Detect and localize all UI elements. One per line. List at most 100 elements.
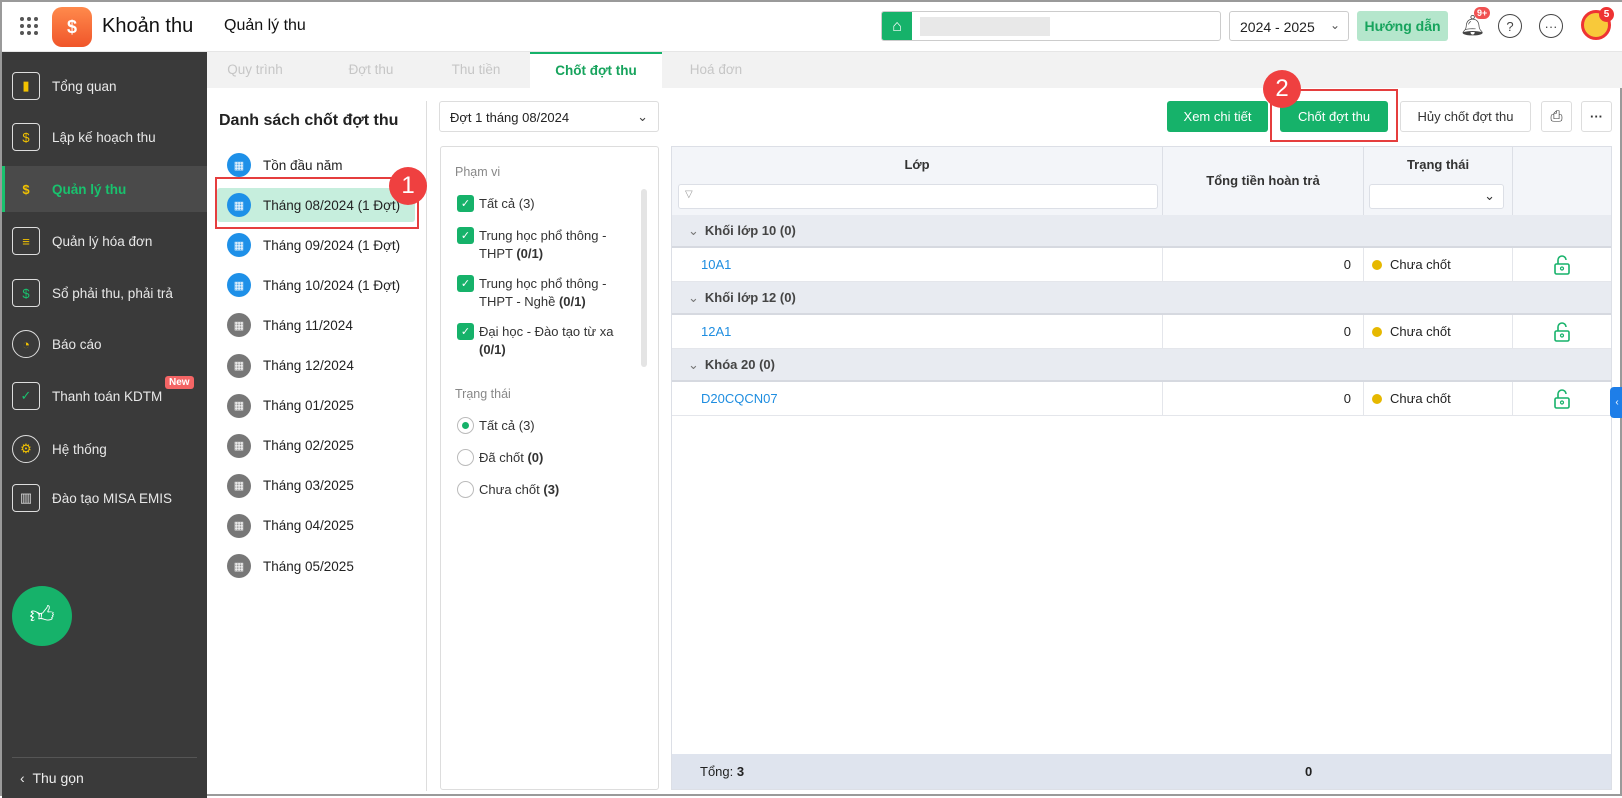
total-count: 3: [736, 764, 745, 779]
school-search-input[interactable]: ⌂: [881, 11, 1221, 41]
radio-icon: [457, 417, 474, 434]
feedback-like-button[interactable]: 👍︎: [12, 586, 72, 646]
calendar-icon: ▦: [227, 473, 251, 498]
app-title: Khoản thu: [102, 15, 194, 37]
year-select[interactable]: 2024 - 2025 ⌄: [1229, 11, 1349, 41]
sidebar-item-report[interactable]: ◔ Báo cáo: [2, 321, 207, 367]
total-amount: 0: [1305, 764, 1313, 779]
radio-icon: [457, 481, 474, 498]
period-label: Tháng 12/2024: [263, 358, 354, 373]
scope-checkbox-thpt-nghe[interactable]: ✓ Trung học phổ thông - THPT - Nghề (0/1): [457, 275, 627, 311]
period-list-item[interactable]: ▦ Tháng 12/2024: [217, 349, 415, 383]
period-list-item[interactable]: ▦ Tháng 04/2025: [217, 509, 415, 543]
period-value: Đợt 1 tháng 08/2024: [450, 110, 570, 125]
tab-process[interactable]: Quy trình: [207, 52, 303, 88]
sidebar-item-ledger[interactable]: $ Sổ phải thu, phải trả: [2, 270, 207, 316]
option-count: (3): [543, 482, 560, 497]
side-panel-toggle[interactable]: ‹: [1610, 387, 1622, 418]
calendar-icon: ▦: [227, 393, 251, 418]
collapse-label: Thu gọn: [32, 770, 84, 786]
sidebar-label: Sổ phải thu, phải trả: [52, 285, 173, 301]
group-row[interactable]: ⌄ Khối lớp 12 (0): [672, 282, 1611, 315]
chevron-down-icon: ⌄: [688, 289, 699, 305]
close-period-table: Lớp ▽ Tổng tiền hoàn trả Trạng thái ⌄ ⌄ K…: [671, 146, 1612, 790]
calendar-money-icon: $: [12, 123, 40, 151]
period-label: Tháng 03/2025: [263, 478, 354, 494]
sidebar-label: Quản lý hóa đơn: [52, 233, 153, 249]
unlock-icon[interactable]: [1554, 254, 1570, 275]
unlock-icon[interactable]: [1554, 388, 1570, 409]
calendar-icon: ▦: [227, 433, 251, 458]
period-select[interactable]: Đợt 1 tháng 08/2024 ⌄: [439, 101, 659, 132]
tab-invoice[interactable]: Hoá đơn: [669, 52, 763, 88]
status-radio-closed[interactable]: Đã chốt (0): [457, 449, 543, 467]
sidebar-item-overview[interactable]: ▮ Tổng quan: [2, 63, 207, 109]
cancel-close-button[interactable]: Hủy chốt đợt thu: [1400, 101, 1531, 132]
period-list-item[interactable]: ▦ Tháng 11/2024: [217, 308, 415, 342]
tab-close-period[interactable]: Chốt đợt thu: [530, 52, 662, 88]
scrollbar[interactable]: [641, 189, 647, 367]
more-apps-icon[interactable]: ···: [1539, 14, 1563, 38]
table-row: 10A1 0 Chưa chốt: [672, 248, 1611, 282]
help-icon[interactable]: ?: [1498, 14, 1522, 38]
period-list-item[interactable]: ▦ Tháng 02/2025: [217, 429, 415, 463]
money-hand-icon: $: [22, 181, 30, 197]
class-filter-input[interactable]: ▽: [678, 184, 1158, 209]
group-row[interactable]: ⌄ Khối lớp 10 (0): [672, 215, 1611, 248]
list-title: Danh sách chốt đợt thu: [219, 112, 399, 129]
period-list-item[interactable]: ▦ Tháng 09/2024 (1 Đợt): [217, 228, 415, 262]
option-count: (0): [527, 450, 544, 465]
scope-checkbox-dh[interactable]: ✓ Đại học - Đào tạo từ xa (0/1): [457, 323, 627, 359]
period-label: Tháng 10/2024 (1 Đợt): [263, 277, 401, 293]
sidebar-item-training[interactable]: ▥ Đào tạo MISA EMIS: [2, 475, 207, 521]
guide-button[interactable]: Hướng dẫn: [1357, 11, 1448, 41]
column-header-amount: Tổng tiền hoàn trả: [1163, 147, 1364, 215]
group-row[interactable]: ⌄ Khóa 20 (0): [672, 349, 1611, 382]
option-count: (0/1): [516, 246, 544, 261]
sidebar-item-payment[interactable]: ✓ Thanh toán KDTM New: [2, 373, 207, 419]
period-list-item[interactable]: ▦ Tháng 01/2025: [217, 389, 415, 423]
collapse-sidebar-button[interactable]: ‹ Thu gọn: [20, 770, 84, 786]
tab-periods[interactable]: Đợt thu: [325, 52, 417, 88]
sidebar-item-system[interactable]: ⚙ Hệ thống: [2, 426, 207, 472]
tab-collect[interactable]: Thu tiền: [429, 52, 523, 88]
more-options-icon[interactable]: ···: [1581, 101, 1612, 132]
status-text: Chưa chốt: [1390, 324, 1451, 339]
column-header-status: Trạng thái ⌄: [1364, 147, 1513, 215]
tab-bar: Quy trình Đợt thu Thu tiền Chốt đợt thu …: [207, 52, 1622, 88]
status-filter-select[interactable]: ⌄: [1369, 184, 1504, 209]
chevron-down-icon: ⌄: [637, 109, 648, 124]
option-count: (0/1): [558, 294, 586, 309]
calendar-icon: ▦: [227, 513, 251, 538]
period-label: Tháng 05/2025: [263, 558, 354, 574]
class-link[interactable]: D20CQCN07: [701, 391, 778, 406]
status-radio-open[interactable]: Chưa chốt (3): [457, 481, 559, 499]
period-list-item[interactable]: ▦ Tháng 10/2024 (1 Đợt): [217, 268, 415, 302]
app-grid-icon[interactable]: [20, 17, 38, 35]
status-text: Chưa chốt: [1390, 391, 1451, 406]
status-radio-all[interactable]: Tất cả (3): [457, 417, 535, 435]
unlock-icon[interactable]: [1554, 321, 1570, 342]
sidebar-item-plan[interactable]: $ Lập kế hoạch thu: [2, 114, 207, 160]
calendar-icon: ▦: [227, 313, 251, 338]
chevron-down-icon: ⌄: [1484, 188, 1495, 203]
sidebar-item-manage[interactable]: $ Quản lý thu: [2, 166, 207, 212]
chevron-left-icon: ‹: [20, 770, 33, 786]
column-header-actions: [1513, 147, 1611, 215]
sidebar-item-invoice[interactable]: ≡ Quản lý hóa đơn: [2, 218, 207, 264]
scope-checkbox-all[interactable]: ✓ Tất cả (3): [457, 195, 627, 213]
option-label: Đã chốt: [479, 450, 524, 465]
chevron-down-icon: ⌄: [1329, 18, 1340, 32]
class-link[interactable]: 10A1: [701, 257, 731, 272]
card-icon: ✓: [12, 382, 40, 410]
print-icon[interactable]: ⎙: [1541, 101, 1572, 132]
column-title: Trạng thái: [1406, 157, 1470, 172]
calendar-icon: ▦: [227, 233, 251, 258]
period-list-item[interactable]: ▦ Tháng 05/2025: [217, 549, 415, 583]
class-link[interactable]: 12A1: [701, 324, 731, 339]
scope-checkbox-thpt[interactable]: ✓ Trung học phổ thông - THPT (0/1): [457, 227, 627, 263]
period-list-item[interactable]: ▦ Tháng 03/2025: [217, 469, 415, 503]
divider: [426, 101, 427, 791]
view-detail-button[interactable]: Xem chi tiết: [1167, 101, 1268, 132]
calendar-icon: ▦: [227, 353, 251, 378]
